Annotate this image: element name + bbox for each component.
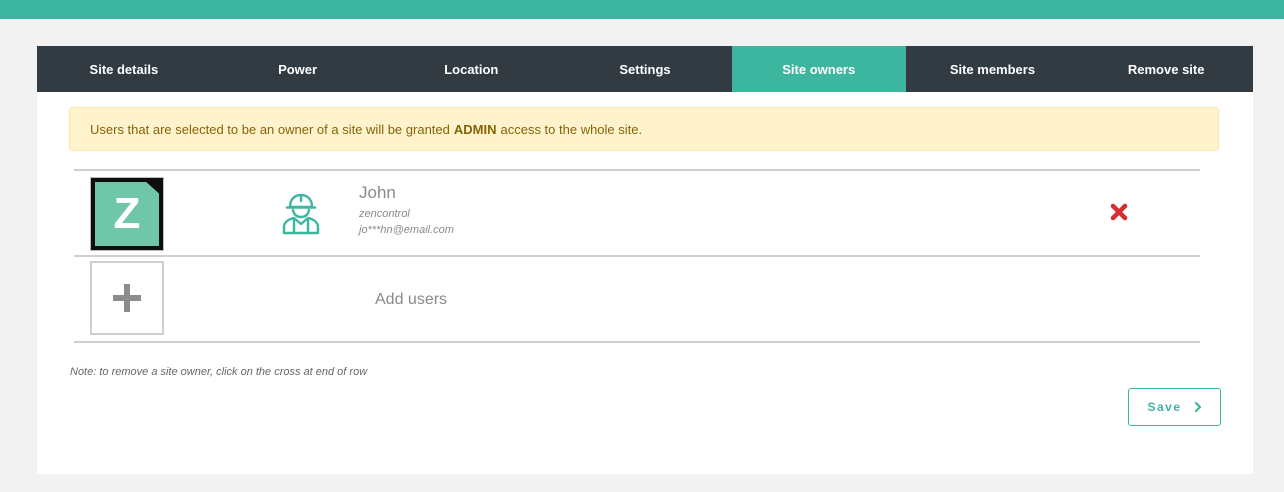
add-users-button[interactable] (90, 261, 164, 335)
company-logo: Z (90, 177, 164, 251)
add-users-row: Add users (74, 257, 1200, 343)
owner-company: zencontrol (359, 208, 410, 220)
owner-row: Z John zencontrol jo***hn@email.com (74, 171, 1200, 257)
tab-site-owners[interactable]: Site owners (731, 46, 906, 92)
add-users-label[interactable]: Add users (375, 291, 447, 309)
remove-owner-note: Note: to remove a site owner, click on t… (70, 366, 368, 378)
notice-text-before: Users that are selected to be an owner o… (90, 121, 450, 137)
save-label: Save (1147, 400, 1182, 414)
tab-remove-site[interactable]: Remove site (1079, 46, 1253, 92)
notice-admin-strong: ADMIN (453, 121, 497, 137)
save-button[interactable]: Save (1128, 388, 1221, 426)
admin-notice: Users that are selected to be an owner o… (69, 107, 1219, 151)
tab-site-members[interactable]: Site members (906, 46, 1080, 92)
tab-power[interactable]: Power (211, 46, 385, 92)
tab-location[interactable]: Location (384, 46, 558, 92)
top-accent-bar (0, 0, 1284, 19)
owner-name: John (359, 183, 396, 202)
owner-email: jo***hn@email.com (359, 224, 454, 236)
tab-settings[interactable]: Settings (558, 46, 732, 92)
site-settings-card: Site details Power Location Settings Sit… (37, 46, 1253, 474)
tab-bar: Site details Power Location Settings Sit… (37, 46, 1253, 92)
tab-site-details[interactable]: Site details (37, 46, 211, 92)
plus-icon (113, 284, 141, 312)
remove-owner-cross-icon[interactable] (1110, 203, 1128, 221)
company-logo-letter: Z (95, 182, 159, 246)
chevron-right-icon (1194, 401, 1201, 413)
owners-list: Z John zencontrol jo***hn@email.com Add … (74, 169, 1200, 343)
construction-worker-icon (282, 193, 320, 235)
owner-info: John zencontrol jo***hn@email.com (359, 183, 454, 236)
notice-text-after: access to the whole site. (500, 121, 643, 137)
